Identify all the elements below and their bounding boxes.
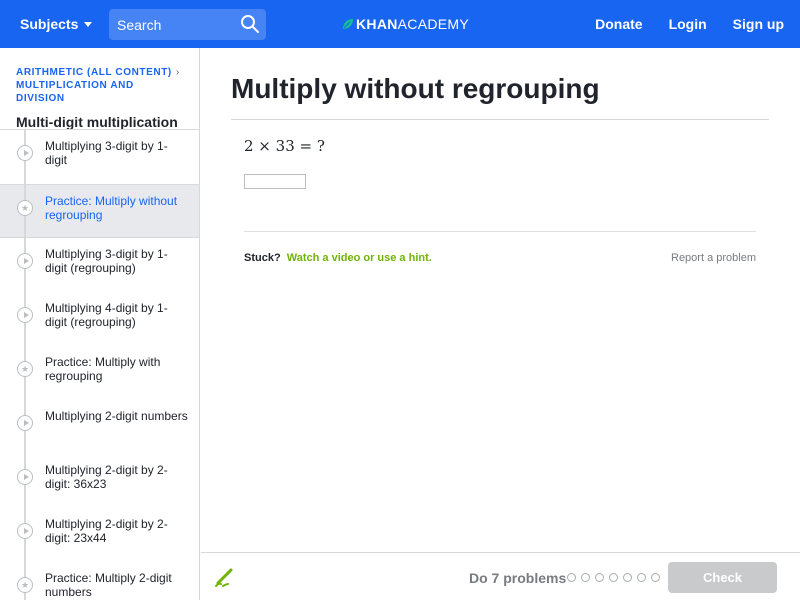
subjects-menu[interactable]: Subjects (20, 0, 93, 48)
breadcrumb-arithmetic-label: ARITHMETIC (ALL CONTENT) (16, 67, 172, 78)
play-icon (17, 307, 33, 323)
sidebar-item-practice-multiply-without-regrouping[interactable]: ★ Practice: Multiply without regrouping (0, 184, 199, 238)
play-icon (17, 523, 33, 539)
breadcrumb-multiplication-division[interactable]: MULTIPLICATION AND DIVISION (16, 79, 183, 105)
signup-link[interactable]: Sign up (733, 16, 784, 32)
logo-academy-text: ACADEMY (397, 16, 469, 32)
sidebar-item-practice-multiply-with-regrouping[interactable]: ★ Practice: Multiply with regrouping (0, 346, 199, 400)
subjects-label: Subjects (20, 16, 79, 32)
lesson-list: Multiplying 3-digit by 1-digit ★ Practic… (0, 129, 199, 600)
search-icon[interactable] (240, 14, 260, 34)
breadcrumb-arithmetic[interactable]: ARITHMETIC (ALL CONTENT) › (16, 66, 183, 79)
progress-dot (581, 573, 590, 582)
report-problem-link[interactable]: Report a problem (671, 252, 756, 264)
scratchpad-pencil-icon[interactable] (213, 566, 235, 588)
sidebar-item-multiplying-4-digit-by-1-digit-regrouping[interactable]: Multiplying 4-digit by 1-digit (regroupi… (0, 292, 199, 346)
nav-right: Donate Login Sign up (595, 0, 784, 48)
exercise-panel: Multiply without regrouping 2 × 33 = ? S… (201, 48, 800, 552)
stuck-label: Stuck? (244, 252, 281, 264)
divider (231, 119, 769, 120)
logo-khan-text: KHAN (356, 16, 398, 32)
sidebar: ARITHMETIC (ALL CONTENT) › MULTIPLICATION… (0, 48, 200, 600)
sidebar-item-label: Practice: Multiply without regrouping (45, 194, 178, 222)
search-input[interactable] (109, 9, 234, 40)
sidebar-item-multiplying-2-digit-by-2-digit-23x44[interactable]: Multiplying 2-digit by 2-digit: 23x44 (0, 508, 199, 562)
search-box (109, 9, 266, 40)
progress-dot (567, 573, 576, 582)
answer-input[interactable] (244, 174, 306, 189)
sidebar-item-label: Multiplying 2-digit by 2-digit: 23x44 (45, 517, 168, 545)
sidebar-item-label: Multiplying 4-digit by 1-digit (regroupi… (45, 301, 168, 329)
play-icon (17, 253, 33, 269)
khan-academy-logo[interactable]: KHAN ACADEMY (342, 15, 469, 33)
page-title: Multiply without regrouping (231, 73, 600, 104)
star-icon: ★ (17, 361, 33, 377)
exercise-footer: Do 7 problems Check (201, 552, 800, 600)
sidebar-item-practice-multiply-2-digit-numbers[interactable]: ★ Practice: Multiply 2-digit numbers (0, 562, 199, 600)
star-icon: ★ (17, 577, 33, 593)
progress-dot (623, 573, 632, 582)
question-text: 2 × 33 = ? (244, 137, 325, 155)
hint-link[interactable]: Watch a video or use a hint. (287, 252, 432, 264)
top-navbar: Subjects KHANACADEMY Donate Login Sign u… (0, 0, 800, 48)
progress-dot (595, 573, 604, 582)
sidebar-item-label: Multiplying 3-digit by 1-digit (45, 139, 168, 167)
play-icon (17, 469, 33, 485)
sidebar-item-multiplying-2-digit-by-2-digit-36x23[interactable]: Multiplying 2-digit by 2-digit: 36x23 (0, 454, 199, 508)
do-problems-label: Do 7 problems (469, 570, 567, 586)
play-icon (17, 415, 33, 431)
play-icon (17, 145, 33, 161)
divider (244, 231, 756, 232)
sidebar-item-multiplying-3-digit-by-1-digit-regrouping[interactable]: Multiplying 3-digit by 1-digit (regroupi… (0, 238, 199, 292)
progress-dot (637, 573, 646, 582)
sidebar-item-label: Practice: Multiply 2-digit numbers (45, 571, 172, 599)
sidebar-item-label: Practice: Multiply with regrouping (45, 355, 161, 383)
progress-dots (567, 573, 660, 582)
check-button[interactable]: Check (668, 562, 777, 593)
progress-dot (651, 573, 660, 582)
donate-link[interactable]: Donate (595, 16, 642, 32)
progress-dot (609, 573, 618, 582)
sidebar-item-multiplying-2-digit-numbers[interactable]: Multiplying 2-digit numbers (0, 400, 199, 454)
breadcrumb: ARITHMETIC (ALL CONTENT) › MULTIPLICATION… (0, 48, 199, 131)
stuck-row: Stuck? Watch a video or use a hint. (244, 252, 432, 264)
sidebar-item-label: Multiplying 2-digit by 2-digit: 36x23 (45, 463, 168, 491)
sidebar-item-label: Multiplying 3-digit by 1-digit (regroupi… (45, 247, 168, 275)
leaf-icon (343, 19, 353, 29)
chevron-down-icon (84, 22, 93, 27)
star-icon: ★ (17, 200, 33, 216)
chevron-right-icon: › (175, 67, 180, 78)
sidebar-item-label: Multiplying 2-digit numbers (45, 409, 188, 423)
login-link[interactable]: Login (669, 16, 707, 32)
sidebar-item-multiplying-3-digit-by-1-digit[interactable]: Multiplying 3-digit by 1-digit (0, 130, 199, 184)
